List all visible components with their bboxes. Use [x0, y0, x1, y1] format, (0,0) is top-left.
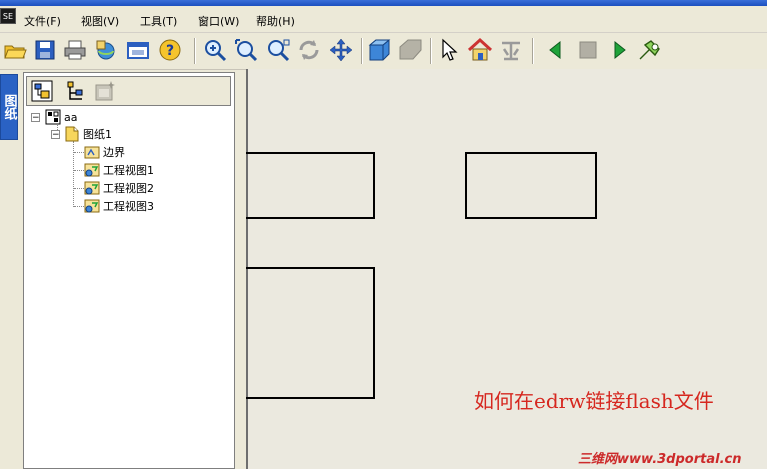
pan-icon[interactable]: [328, 37, 354, 63]
toolbar-separator: [194, 38, 195, 64]
sheet-tree-icon[interactable]: [30, 79, 54, 103]
tree-item-border[interactable]: 边界: [84, 144, 125, 160]
toolbar-separator: [532, 38, 533, 64]
drawing-view-icon: [84, 163, 100, 177]
tree-root-label: aa: [64, 110, 78, 124]
tree-item-label: 边界: [103, 146, 125, 159]
site-watermark: 三维网www.3dportal.cn: [578, 452, 742, 467]
tree-collapse-toggle[interactable]: −: [51, 130, 60, 140]
tree-item-label: 工程视图2: [103, 182, 154, 195]
home-view-icon[interactable]: [467, 37, 493, 63]
tree-connector: [74, 206, 84, 207]
markup-panel-icon[interactable]: [93, 79, 117, 103]
app-logo-icon: SE: [0, 8, 16, 24]
options-icon[interactable]: [125, 37, 151, 63]
border-icon: [84, 146, 100, 159]
help-icon[interactable]: ?: [157, 37, 183, 63]
tree-item-view3[interactable]: 工程视图3: [84, 198, 154, 214]
menu-view[interactable]: 视图(V): [81, 13, 119, 29]
tree-item-label: 工程视图1: [103, 164, 154, 177]
print-icon[interactable]: [62, 37, 88, 63]
sheets-side-tab[interactable]: 图纸: [0, 74, 18, 140]
zoom-in-icon[interactable]: [233, 37, 259, 63]
drawing-view-icon: [84, 199, 100, 213]
open-icon[interactable]: [2, 37, 28, 63]
publish-icon[interactable]: [93, 37, 119, 63]
tree-item-label: 工程视图3: [103, 200, 154, 213]
drawing-view-right[interactable]: [465, 152, 597, 219]
tree-connector: [74, 188, 84, 189]
drawing-icon: [45, 109, 61, 125]
properties-icon[interactable]: [62, 79, 86, 103]
toolbar-separator: [361, 38, 362, 64]
tree-sheet[interactable]: 图纸1: [64, 126, 112, 142]
sheet-icon: [65, 126, 79, 142]
select-icon[interactable]: [435, 37, 461, 63]
menu-file[interactable]: 文件(F): [24, 13, 61, 29]
tree-sheet-label: 图纸1: [83, 128, 112, 141]
tree-connector: [73, 141, 74, 207]
tree-connector: [74, 170, 84, 171]
save-icon[interactable]: [32, 37, 58, 63]
drawing-view-front[interactable]: [246, 152, 375, 219]
drawing-view-icon: [84, 181, 100, 195]
tree-item-view2[interactable]: 工程视图2: [84, 180, 154, 196]
markup-icon[interactable]: [637, 37, 663, 63]
menu-window[interactable]: 窗口(W): [198, 13, 239, 29]
drawing-view-top[interactable]: [246, 267, 375, 399]
shaded-icon[interactable]: [397, 37, 423, 63]
rotate-icon[interactable]: [296, 37, 322, 63]
zoom-area-icon[interactable]: [202, 37, 228, 63]
stop-icon[interactable]: [575, 37, 601, 63]
3d-view-icon[interactable]: [366, 37, 392, 63]
play-icon[interactable]: [606, 37, 632, 63]
measure-icon[interactable]: [498, 37, 524, 63]
menu-help[interactable]: 帮助(H): [256, 13, 295, 29]
menu-tools[interactable]: 工具(T): [140, 13, 177, 29]
tree-item-view1[interactable]: 工程视图1: [84, 162, 154, 178]
overlay-caption: 如何在edrw链接flash文件: [474, 389, 714, 413]
tree-root[interactable]: aa: [45, 109, 77, 125]
prev-icon[interactable]: [543, 37, 569, 63]
panel-toolbar: [26, 76, 231, 106]
toolbar-separator: [430, 38, 431, 64]
zoom-fit-icon[interactable]: [265, 37, 291, 63]
svg-text:?: ?: [166, 43, 174, 59]
tree-connector: [74, 152, 84, 153]
tree-collapse-toggle[interactable]: −: [31, 113, 40, 123]
